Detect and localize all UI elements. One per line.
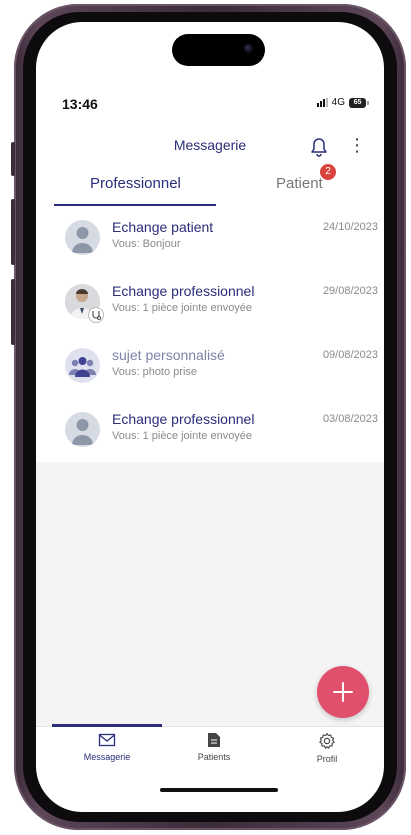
conversation-item[interactable]: Echange patient Vous: Bonjour 24/10/2023 bbox=[36, 206, 384, 271]
conversation-preview: Vous: photo prise bbox=[112, 366, 198, 378]
nav-patients[interactable]: Patients bbox=[169, 732, 259, 762]
conversation-date: 24/10/2023 bbox=[322, 221, 378, 233]
notification-badge: 2 bbox=[320, 164, 336, 180]
battery-level: 65 bbox=[353, 99, 362, 106]
conversation-date: 29/08/2023 bbox=[322, 285, 378, 297]
more-options-icon[interactable]: ⋮ bbox=[348, 135, 366, 157]
nav-label: Messagerie bbox=[83, 752, 131, 762]
battery-icon: 65 bbox=[349, 97, 369, 108]
bell-icon[interactable] bbox=[309, 135, 329, 157]
camera-lens bbox=[244, 44, 253, 53]
conversation-preview: Vous: 1 pièce jointe envoyée bbox=[112, 430, 253, 442]
nav-label: Profil bbox=[316, 754, 338, 764]
nav-profil[interactable]: Profil bbox=[282, 732, 372, 764]
conversation-item[interactable]: Echange professionnel Vous: 1 pièce join… bbox=[36, 398, 384, 463]
tab-patient[interactable]: Patient bbox=[276, 175, 323, 192]
volume-down-button bbox=[11, 279, 15, 345]
default-person-icon bbox=[65, 412, 100, 447]
conversation-title: sujet personnalisé bbox=[112, 347, 225, 363]
nav-label: Patients bbox=[197, 752, 231, 762]
conversation-item[interactable]: sujet personnalisé Vous: photo prise 09/… bbox=[36, 334, 384, 399]
conversation-date: 09/08/2023 bbox=[322, 349, 378, 361]
mute-switch bbox=[11, 142, 15, 176]
conversation-title: Echange professionnel bbox=[112, 411, 255, 427]
conversation-title: Echange professionnel bbox=[112, 283, 255, 299]
mail-icon bbox=[98, 733, 116, 747]
document-icon bbox=[208, 733, 220, 747]
network-label: 4G bbox=[331, 97, 345, 108]
conversation-preview: Vous: 1 pièce jointe envoyée bbox=[112, 302, 253, 314]
volume-up-button bbox=[11, 199, 15, 265]
conversation-item[interactable]: Echange professionnel Vous: 1 pièce join… bbox=[36, 270, 384, 335]
status-indicators: 4G 65 bbox=[316, 97, 369, 108]
new-conversation-button[interactable] bbox=[317, 666, 369, 718]
conversation-date: 03/08/2023 bbox=[322, 413, 378, 425]
page-title: Messagerie bbox=[173, 137, 247, 153]
conversation-title: Echange patient bbox=[112, 219, 214, 235]
phone-screen: 13:46 4G 65 Messagerie ⋮ Professionnel P… bbox=[36, 22, 384, 812]
conversation-preview: Vous: Bonjour bbox=[112, 238, 181, 250]
group-icon bbox=[65, 348, 100, 383]
tab-professionnel[interactable]: Professionnel bbox=[90, 175, 181, 192]
plus-icon bbox=[333, 682, 353, 702]
signal-icon bbox=[316, 98, 328, 107]
stethoscope-icon bbox=[88, 307, 104, 323]
default-person-icon bbox=[65, 220, 100, 255]
status-time: 13:46 bbox=[62, 96, 98, 112]
gear-icon bbox=[319, 732, 335, 749]
active-nav-indicator bbox=[52, 724, 162, 727]
home-indicator[interactable] bbox=[160, 788, 278, 792]
nav-messagerie[interactable]: Messagerie bbox=[62, 732, 152, 762]
